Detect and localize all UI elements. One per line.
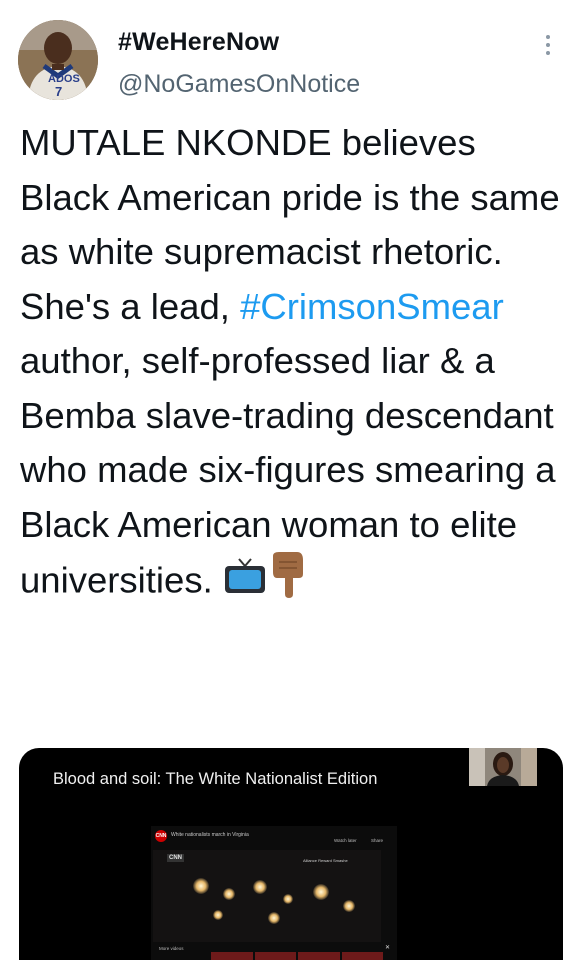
more-videos-strip[interactable] xyxy=(211,952,383,960)
hashtag-link[interactable]: #CrimsonSmear xyxy=(240,286,504,327)
cnn-logo-icon: CNN xyxy=(155,830,167,842)
presenter-thumbnail xyxy=(469,748,537,786)
video-overlay-text: Alliance Reward Smashe xyxy=(303,858,348,863)
share-button[interactable]: Share xyxy=(371,838,383,843)
avatar-image: ADOS 7 xyxy=(18,20,98,100)
close-icon[interactable]: ✕ xyxy=(385,944,390,951)
watch-later-button[interactable]: Watch later xyxy=(334,838,357,843)
tweet-text: MUTALE NKONDE believes Black American pr… xyxy=(20,116,565,614)
user-handle[interactable]: @NoGamesOnNotice xyxy=(118,70,360,99)
pointing-down-hand-icon xyxy=(267,552,307,614)
avatar[interactable]: ADOS 7 xyxy=(18,20,98,100)
embedded-caption: White nationalists march in Virginia xyxy=(171,832,249,838)
television-emoji-icon xyxy=(223,556,267,611)
display-name[interactable]: #WeHereNow xyxy=(118,28,279,57)
channel-bug: CNN xyxy=(167,854,184,862)
embedded-player[interactable]: CNN White nationalists march in Virginia… xyxy=(151,826,397,960)
video-embed[interactable]: Blood and soil: The White Nationalist Ed… xyxy=(19,748,563,960)
video-frame[interactable]: CNN Alliance Reward Smashe xyxy=(153,850,381,942)
more-options-icon[interactable] xyxy=(538,35,558,59)
svg-text:ADOS: ADOS xyxy=(48,73,80,85)
more-videos-label[interactable]: More videos xyxy=(159,946,184,951)
video-title: Blood and soil: The White Nationalist Ed… xyxy=(53,770,378,788)
svg-text:7: 7 xyxy=(55,84,62,99)
